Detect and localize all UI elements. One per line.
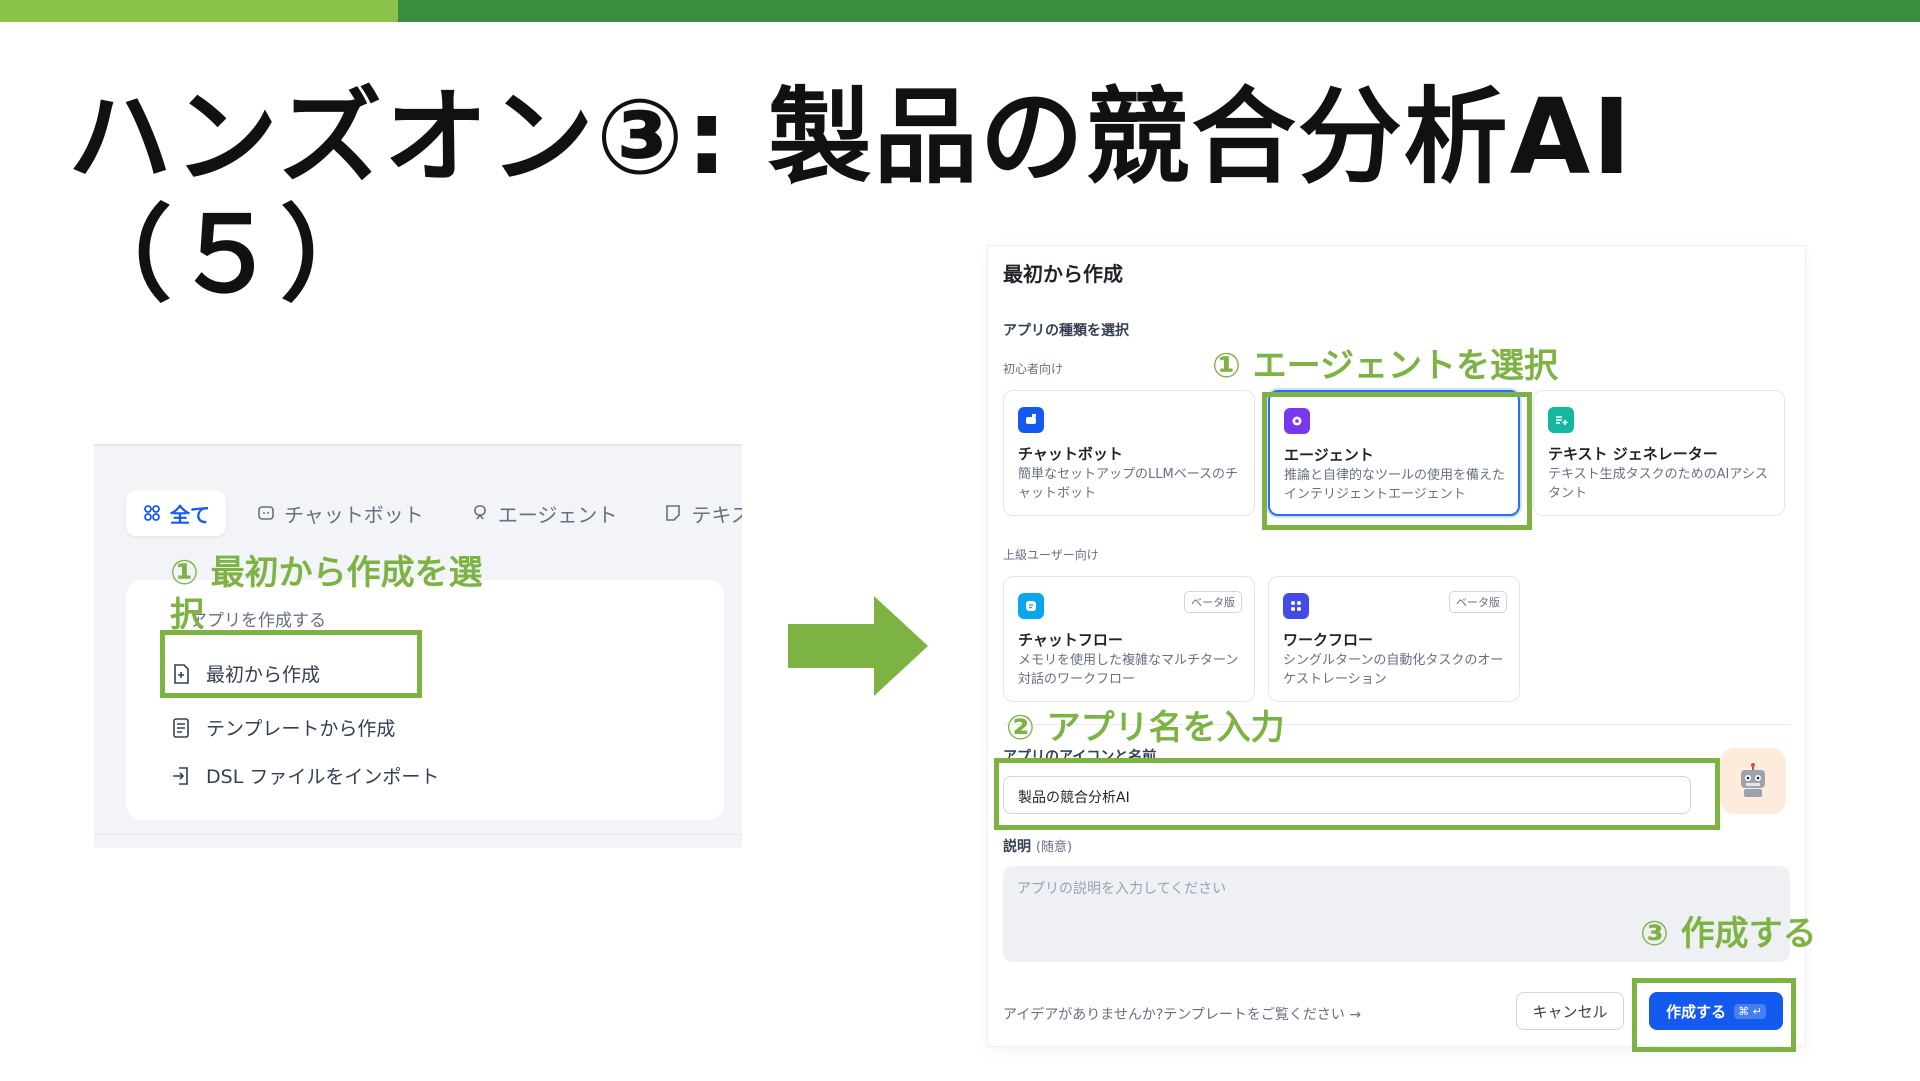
create-from-template-item[interactable]: テンプレートから作成 (170, 714, 395, 741)
import-dsl-label: DSL ファイルをインポート (206, 766, 440, 788)
type-card-text-generator-desc: テキスト生成タスクのためのAIアシスタント (1548, 467, 1768, 501)
agent-icon (474, 505, 486, 520)
dialog-title: 最初から作成 (1003, 262, 1123, 286)
right-arrow-icon (788, 596, 928, 696)
tab-chatbot-label: チャットボット (284, 502, 424, 527)
highlight-create-from-scratch (160, 630, 422, 698)
import-icon (173, 766, 188, 785)
tab-all-label: 全て (170, 502, 210, 527)
tab-agent[interactable]: エージェント (454, 490, 634, 536)
description-label-text: 説明 (1003, 839, 1031, 855)
browse-templates-link[interactable]: アイデアがありませんか?テンプレートをご覧ください → (1003, 1004, 1361, 1024)
type-card-text-generator[interactable]: テキスト ジェネレーター テキスト生成タスクのためのAIアシスタント (1533, 390, 1785, 516)
left-panel-bottom-divider (94, 834, 742, 848)
top-accent-bar-dark (398, 0, 1920, 22)
highlight-create-button (1632, 978, 1796, 1052)
chatbot-icon (1018, 407, 1044, 433)
annotation-step3-create: ③ 作成する (1640, 914, 1817, 954)
type-card-workflow-title: ワークフロー (1283, 631, 1374, 649)
tab-text-label: テキスト (691, 502, 742, 527)
tab-all[interactable]: 全て (126, 490, 226, 536)
description-placeholder: アプリの説明を入力してください (1017, 881, 1227, 897)
annotation-left-step1: ① 最初から作成を選択 (170, 553, 483, 635)
top-accent-bar-light (0, 0, 398, 22)
tab-text[interactable]: テキスト (647, 490, 742, 536)
type-card-workflow[interactable]: ベータ版 ワークフロー シングルターンの自動化タスクのオーケストレーション (1268, 576, 1520, 702)
template-icon (173, 717, 189, 738)
advanced-label: 上級ユーザー向け (1003, 548, 1099, 562)
type-card-chatflow-desc: メモリを使用した複雑なマルチターン対話のワークフロー (1018, 653, 1239, 687)
description-optional: (随意) (1035, 840, 1073, 855)
type-card-chatflow-title: チャットフロー (1018, 631, 1123, 649)
grid-icon (144, 505, 160, 521)
slide-title-line1: ハンズオン③: 製品の競合分析AI (68, 76, 1633, 198)
create-from-template-label: テンプレートから作成 (206, 718, 396, 740)
annotation-step2-enter-name: ② アプリ名を入力 (1006, 708, 1285, 748)
tab-chatbot[interactable]: チャットボット (240, 490, 440, 536)
app-type-tabs: 全て チャットボット エージェント テキスト (126, 490, 742, 536)
type-card-chatbot-title: チャットボット (1018, 445, 1123, 463)
type-card-chatflow[interactable]: ベータ版 チャットフロー メモリを使用した複雑なマルチターン対話のワークフロー (1003, 576, 1255, 702)
workflow-icon (1283, 593, 1309, 619)
chat-icon (258, 506, 274, 520)
annotation-step1-select-agent: ① エージェントを選択 (1212, 346, 1558, 386)
beginner-label: 初心者向け (1003, 362, 1064, 376)
cancel-button[interactable]: キャンセル (1516, 992, 1624, 1030)
highlight-name-input (994, 758, 1720, 830)
beta-badge: ベータ版 (1184, 591, 1242, 613)
type-card-workflow-desc: シングルターンの自動化タスクのオーケストレーション (1283, 653, 1504, 687)
tab-agent-label: エージェント (497, 502, 618, 527)
beta-badge: ベータ版 (1449, 591, 1507, 613)
app-type-section-title: アプリの種類を選択 (1003, 323, 1129, 339)
import-dsl-item[interactable]: DSL ファイルをインポート (170, 762, 439, 789)
highlight-agent-card (1262, 392, 1532, 530)
text-generator-icon (1548, 407, 1574, 433)
app-icon-picker[interactable] (1720, 748, 1786, 814)
description-label: 説明 (随意) (1003, 836, 1072, 856)
type-card-text-generator-title: テキスト ジェネレーター (1548, 445, 1718, 463)
chatflow-icon (1018, 593, 1044, 619)
type-card-chatbot-desc: 簡単なセットアップのLLMベースのチャットボット (1018, 467, 1239, 501)
type-card-chatbot[interactable]: チャットボット 簡単なセットアップのLLMベースのチャットボット (1003, 390, 1255, 516)
note-icon (666, 505, 681, 521)
robot-icon (1741, 763, 1765, 797)
